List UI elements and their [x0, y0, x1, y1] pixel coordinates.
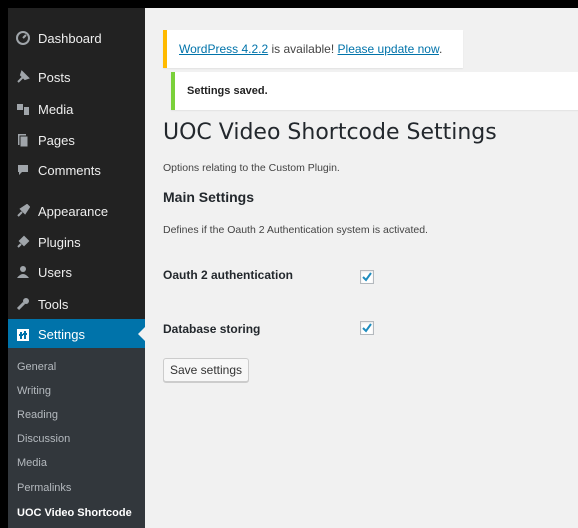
sidebar-item-label: Dashboard: [38, 30, 102, 46]
sidebar-item-label: Settings: [38, 327, 85, 342]
wordpress-version-link[interactable]: WordPress 4.2.2: [179, 42, 268, 56]
update-notice-period: .: [438, 42, 443, 56]
settings-icon: [15, 327, 31, 343]
sidebar-item-label: Plugins: [38, 234, 81, 250]
oauth-authentication-checkbox[interactable]: [360, 270, 374, 284]
sidebar-item-label: Appearance: [38, 203, 109, 219]
sidebar-item-media[interactable]: Media: [8, 94, 145, 124]
sidebar-item-settings[interactable]: Settings: [8, 319, 146, 350]
sidebar-item-dashboard[interactable]: Dashboard: [8, 23, 145, 53]
comments-icon: [15, 162, 31, 178]
update-now-link[interactable]: Please update now: [338, 42, 439, 56]
sidebar-item-label: Posts: [38, 69, 71, 85]
dashboard-icon: [15, 30, 31, 46]
submenu-item-discussion[interactable]: Discussion: [17, 433, 70, 445]
save-settings-button[interactable]: Save settings: [163, 358, 249, 382]
settings-saved-notice: Settings saved.: [171, 72, 578, 110]
update-notice: WordPress 4.2.2 is available! Please upd…: [163, 30, 463, 68]
sidebar-item-label: Users: [38, 264, 72, 280]
submenu-item-general[interactable]: General: [17, 361, 56, 373]
sidebar-item-tools[interactable]: Tools: [8, 289, 145, 319]
sidebar-item-label: Pages: [38, 132, 75, 148]
submenu-item-media[interactable]: Media: [17, 457, 47, 469]
submenu-item-reading[interactable]: Reading: [17, 409, 58, 421]
settings-submenu: General Writing Reading Discussion Media…: [8, 348, 145, 528]
submenu-item-permalinks[interactable]: Permalinks: [17, 482, 71, 494]
sidebar-item-users[interactable]: Users: [8, 257, 145, 287]
wp-admin-window: Dashboard Posts Media Pages Comments App…: [8, 8, 578, 528]
update-notice-text: is available!: [268, 42, 338, 56]
submenu-item-writing[interactable]: Writing: [17, 385, 51, 397]
appearance-icon: [15, 203, 31, 219]
sidebar-item-plugins[interactable]: Plugins: [8, 227, 145, 257]
settings-saved-text: Settings saved.: [187, 85, 268, 97]
pages-icon: [15, 132, 31, 148]
sidebar-item-label: Tools: [38, 296, 69, 312]
sidebar-item-label: Comments: [38, 162, 101, 178]
sidebar-item-appearance[interactable]: Appearance: [8, 196, 145, 226]
database-storing-checkbox[interactable]: [360, 321, 374, 335]
main-content: WordPress 4.2.2 is available! Please upd…: [145, 8, 578, 528]
admin-sidebar: Dashboard Posts Media Pages Comments App…: [8, 8, 146, 528]
sidebar-item-posts[interactable]: Posts: [8, 62, 145, 92]
media-icon: [15, 101, 31, 117]
section-description: Defines if the Oauth 2 Authentication sy…: [163, 224, 428, 236]
sidebar-item-label: Media: [38, 101, 74, 117]
posts-icon: [15, 69, 31, 85]
sidebar-item-pages[interactable]: Pages: [8, 125, 145, 155]
oauth-authentication-label: Oauth 2 authentication: [163, 268, 294, 282]
submenu-item-uoc-video-shortcode[interactable]: UOC Video Shortcode: [17, 507, 132, 519]
page-title: UOC Video Shortcode Settings: [163, 120, 497, 145]
sidebar-item-comments[interactable]: Comments: [8, 155, 145, 185]
section-title: Main Settings: [163, 189, 255, 205]
users-icon: [15, 264, 31, 280]
checkmark-icon: [362, 323, 372, 333]
database-storing-label: Database storing: [163, 322, 261, 336]
plugins-icon: [15, 234, 31, 250]
tools-icon: [15, 296, 31, 312]
checkmark-icon: [362, 272, 372, 282]
page-description: Options relating to the Custom Plugin.: [163, 162, 340, 174]
